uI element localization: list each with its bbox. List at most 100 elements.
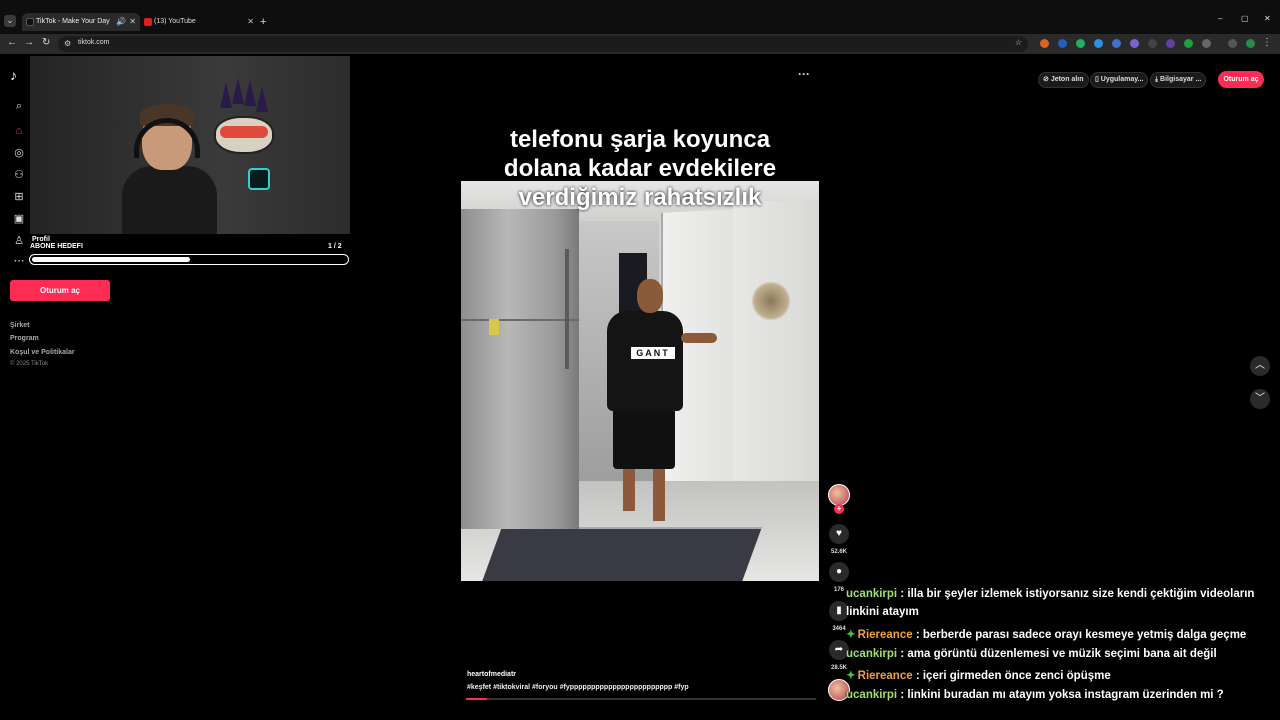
profile-sync-icon[interactable] [1228,39,1237,48]
get-coins-button[interactable]: ⊘ Jeton alın [1038,72,1089,88]
speaker-icon[interactable]: 🔊 [116,13,126,31]
extension-icon[interactable] [1184,39,1193,48]
tab-youtube[interactable]: (13) YouTube ✕ [140,13,258,31]
man-in-video [607,311,683,411]
close-tab-icon[interactable]: ✕ [129,13,136,31]
subscriber-badge-icon: ✦ [846,670,856,682]
follow-plus-icon[interactable]: + [834,504,844,514]
subscriber-goal-fill [32,257,190,262]
tab-title: (13) YouTube [154,18,196,25]
tab-tiktok[interactable]: TikTok - Make Your Day 🔊 ✕ [22,13,140,31]
video-caption-line: telefonu şarja koyunca [509,126,771,153]
tab-title: TikTok - Make Your Day [36,18,110,25]
chat-text: : ama görüntü düzenlemesi ve müzik seçim… [900,648,1217,660]
chat-text: : berberde parası sadece orayı kesmeye y… [915,629,1247,641]
get-coins-label: Jeton alın [1050,76,1084,83]
extension-icon[interactable] [1148,39,1157,48]
video-caption-line: verdiğimiz rahatsızlık [518,184,762,211]
forward-icon[interactable]: → [24,37,34,48]
maximize-button[interactable]: ▢ [1241,14,1249,23]
subscriber-goal-bar [29,254,349,265]
video-progress-bar[interactable] [466,698,816,700]
refrigerator [461,209,579,529]
extension-icon[interactable] [1076,39,1085,48]
url-text: tiktok.com [78,39,110,46]
extensions-puzzle-icon[interactable] [1202,39,1211,48]
extension-icon[interactable] [1112,39,1121,48]
chat-username: ucankirpi [846,689,898,701]
browser-menu-icon[interactable]: ⋮ [1262,37,1272,48]
like-count: 52.6K [830,549,847,555]
overlay-profile-label: Profil [32,236,50,243]
minimize-button[interactable]: – [1218,14,1222,23]
profile-icon[interactable]: ♙ [12,234,26,248]
more-icon[interactable]: ⋯ [12,254,26,268]
extension-icon[interactable] [1130,39,1139,48]
sidebar-login-button[interactable]: Oturum aç [10,280,110,301]
new-tab-button[interactable]: + [260,13,266,31]
footer-link-program[interactable]: Program [10,335,39,342]
like-icon[interactable]: ♥ [829,524,849,544]
site-info-icon[interactable]: ⚙ [64,39,71,48]
close-tab-icon[interactable]: ✕ [247,13,254,31]
reload-icon[interactable]: ↻ [42,37,50,48]
chat-username: ucankirpi [846,588,898,600]
video-author[interactable]: heartofmediatr [467,671,516,678]
desktop-app-button[interactable]: ⤓ Bilgisayar ... [1150,72,1207,88]
subscriber-goal-count: 1 / 2 [328,243,342,250]
chat-username: Riereance [857,629,913,641]
home-icon[interactable]: ⌂ [12,124,26,138]
chat-message: ucankirpi : linkini buradan mı atayım yo… [846,689,1224,701]
chat-message: ✦ Riereance : berberde parası sadece oray… [846,627,1246,641]
chat-text: : linkini buradan mı atayım yoksa instag… [900,689,1224,701]
comment-icon[interactable]: ● [829,562,849,582]
chat-username: ucankirpi [846,648,898,660]
extension-icon[interactable] [1094,39,1103,48]
microphone [248,168,270,190]
subscriber-goal-title: ABONE HEDEFI [30,243,83,250]
extension-icon[interactable] [1040,39,1049,48]
get-app-button[interactable]: ▯ Uygulamay... [1090,72,1149,88]
search-icon[interactable]: ⌕ [12,99,26,113]
copyright-text: © 2025 TikTok [10,361,49,367]
browser-toolbar: ← → ↻ ⚙ tiktok.com ☆ ⋮ [0,34,1280,54]
header-login-button[interactable]: Oturum aç [1218,71,1264,88]
video-progress-fill [466,698,487,700]
chat-message: ✦ Riereance : içeri girmeden önce zenci ö… [846,668,1111,682]
creator-avatar[interactable] [828,484,850,506]
tiktok-favicon-icon [26,18,34,26]
chat-text: : illa bir şeyler izlemek istiyorsanız s… [900,588,1255,600]
chat-message: ucankirpi : ama görüntü düzenlemesi ve m… [846,648,1217,660]
close-window-button[interactable]: ✕ [1264,14,1271,23]
video-caption-line: dolana kadar evdekilere [503,155,777,182]
floor-rug [480,527,762,581]
shirt-logo: GANT [631,347,675,359]
more-options-icon[interactable]: ··· [798,67,810,81]
get-app-label: Uygulamay... [1100,76,1144,83]
following-icon[interactable]: ⚇ [12,168,26,182]
browser-tab-bar: ⌄ TikTok - Make Your Day 🔊 ✕ (13) YouTub… [0,0,1280,34]
bookmark-star-icon[interactable]: ☆ [1015,38,1022,47]
tiktok-logo[interactable]: ♪ [10,67,17,83]
profile-avatar-icon[interactable] [1246,39,1255,48]
extension-icon[interactable] [1058,39,1067,48]
video-player[interactable]: GANT [461,181,819,581]
streamer [122,104,217,234]
extension-icon[interactable] [1166,39,1175,48]
desktop-app-label: Bilgisayar ... [1160,76,1202,83]
footer-link-company[interactable]: Şirket [10,322,29,329]
video-hashtags[interactable]: #keşfet #tiktokviral #foryou #fypppppppp… [467,684,689,691]
address-bar[interactable]: ⚙ tiktok.com ☆ [58,36,1028,52]
back-icon[interactable]: ← [7,37,17,48]
chat-text: : içeri girmeden önce zenci öpüşme [915,670,1111,682]
tab-search-icon[interactable]: ⌄ [4,15,16,27]
upload-icon[interactable]: ⊞ [12,190,26,204]
chevron-up-icon[interactable]: ︿ [1250,356,1270,376]
chat-username: Riereance [857,670,913,682]
live-icon[interactable]: ▣ [12,212,26,226]
chevron-down-icon[interactable]: ﹀ [1250,389,1270,409]
footer-link-terms[interactable]: Koşul ve Politikalar [10,349,75,356]
subscriber-badge-icon: ✦ [846,629,856,641]
chat-message-continued: linkini atayım [846,606,919,618]
explore-icon[interactable]: ◎ [12,146,26,160]
